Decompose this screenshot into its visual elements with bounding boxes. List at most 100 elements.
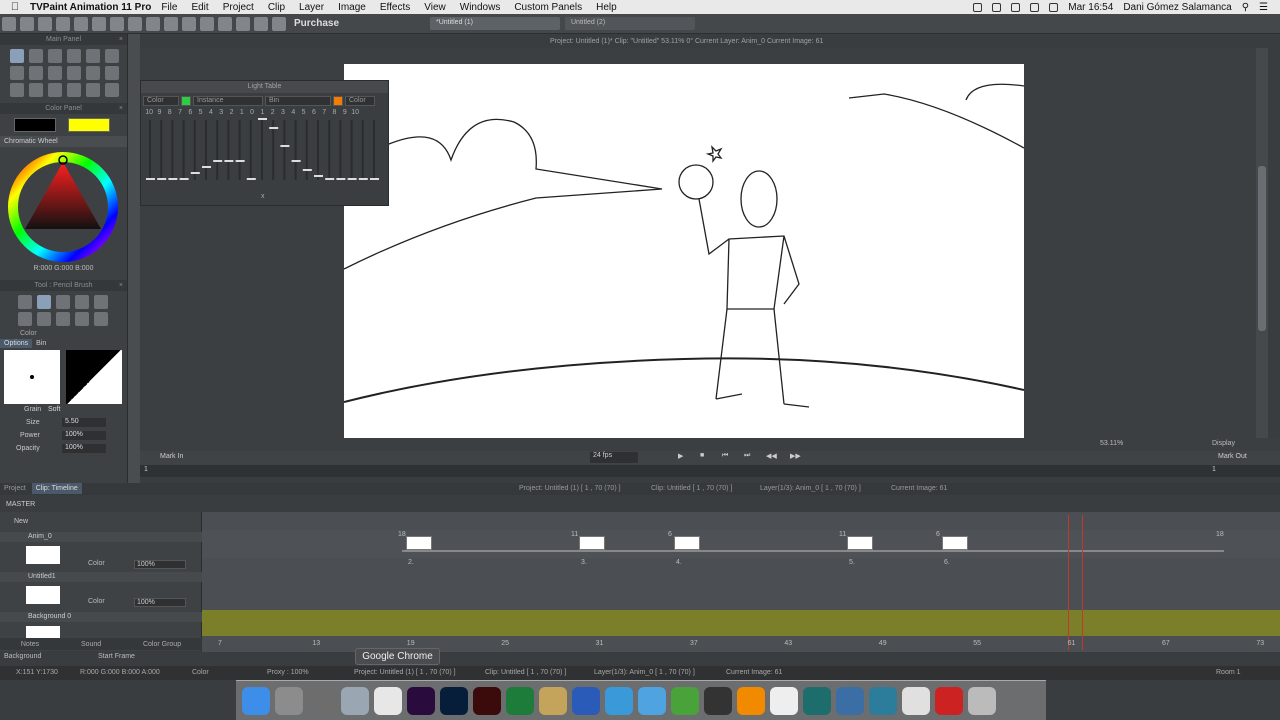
lt-slider-track[interactable] — [149, 120, 151, 180]
tab-project[interactable]: Project — [0, 483, 30, 494]
layer-name[interactable]: Background 0 — [0, 612, 202, 622]
lt-slider-knob[interactable] — [213, 160, 223, 162]
shape-tool-icon[interactable] — [86, 66, 100, 80]
save-icon[interactable] — [38, 16, 52, 31]
layer-name[interactable]: Anim_0 — [0, 532, 202, 542]
viewport-scrollbar[interactable] — [1256, 48, 1268, 450]
lt-slider-knob[interactable] — [168, 178, 178, 180]
purchase-button[interactable]: Purchase — [294, 18, 339, 29]
menu-windows[interactable]: Windows — [460, 2, 501, 13]
notes-button[interactable]: Notes — [21, 641, 39, 648]
anim-track[interactable]: 2. 3. 4. 5. 6. 18 11 6 11 6 18 — [202, 530, 1280, 566]
brush-tool-icon[interactable] — [48, 83, 62, 97]
camera-icon[interactable] — [236, 16, 250, 31]
search-icon[interactable]: ⚲ — [1242, 2, 1249, 13]
layer-opacity[interactable]: 100% — [134, 560, 186, 569]
utorrent-icon[interactable] — [671, 686, 699, 715]
lt-slider-track[interactable] — [283, 120, 286, 180]
menu-custom-panels[interactable]: Custom Panels — [514, 2, 582, 13]
menu-edit[interactable]: Edit — [191, 2, 208, 13]
timeline-cel[interactable] — [847, 536, 873, 550]
premiere-icon[interactable] — [407, 686, 435, 715]
timeline-cel[interactable] — [579, 536, 605, 550]
lt-slider-knob[interactable] — [291, 160, 301, 162]
timeline-cel[interactable] — [942, 536, 968, 550]
lt-slider-knob[interactable] — [235, 160, 245, 162]
background-track[interactable] — [202, 610, 1280, 636]
hand-icon[interactable] — [182, 16, 196, 31]
new-file-icon[interactable] — [2, 16, 16, 31]
pencil-icon[interactable] — [539, 686, 567, 715]
timeline-cel[interactable] — [674, 536, 700, 550]
layer-blend[interactable]: Color — [88, 598, 105, 605]
wifi-icon[interactable] — [1011, 2, 1021, 12]
frame-ruler[interactable]: 1 1 — [140, 465, 1280, 477]
smudge-tool-icon[interactable] — [67, 83, 81, 97]
master-row[interactable]: MASTER — [0, 498, 202, 512]
lt-slider-track[interactable] — [328, 120, 331, 180]
lt-slider-knob[interactable] — [347, 178, 357, 180]
lt-slider-track[interactable] — [350, 120, 353, 180]
transform-tool-icon[interactable] — [48, 66, 62, 80]
rect-tool-icon[interactable] — [48, 49, 62, 63]
lt-slider-knob[interactable] — [258, 118, 267, 120]
play-icon[interactable]: ▶ — [678, 452, 683, 460]
mirror-icon[interactable] — [218, 16, 232, 31]
lt-slider-knob[interactable] — [179, 178, 189, 180]
color-group-button[interactable]: Color Group — [143, 641, 181, 648]
timeline-cel[interactable] — [406, 536, 432, 550]
first-frame-icon[interactable]: ⏮ — [722, 452, 728, 460]
preview-icon[interactable] — [341, 686, 369, 715]
brush-pencil-icon[interactable] — [37, 295, 51, 309]
box-icon[interactable] — [704, 686, 732, 715]
lt-slider-knob[interactable] — [314, 175, 323, 177]
lt-slider-knob[interactable] — [280, 145, 290, 147]
menu-help[interactable]: Help — [596, 2, 617, 13]
rotate-tool-icon[interactable] — [29, 83, 43, 97]
layers-icon[interactable] — [128, 16, 142, 31]
layer-untitled1[interactable]: Untitled1 Color 100% — [0, 572, 202, 607]
layer-name[interactable]: Untitled1 — [0, 572, 202, 582]
brush-d-icon[interactable] — [75, 295, 89, 309]
lt-slider-track[interactable] — [249, 120, 252, 180]
lasso-tool-icon[interactable] — [29, 66, 43, 80]
lt-slider-track[interactable] — [216, 120, 219, 180]
tab-bin[interactable]: Bin — [32, 339, 50, 348]
brush-f-icon[interactable] — [18, 312, 32, 326]
light-table-sliders[interactable] — [141, 116, 388, 188]
itunes-icon[interactable] — [770, 686, 798, 715]
layer-opacity[interactable]: 100% — [134, 598, 186, 607]
color-wheel-icon[interactable] — [110, 16, 124, 31]
lt-slider-knob[interactable] — [146, 178, 155, 180]
menu-view[interactable]: View — [424, 2, 446, 13]
lt-slider-knob[interactable] — [202, 166, 211, 168]
stack-icon[interactable] — [935, 686, 963, 715]
tab-untitled-2[interactable]: Untitled (2) — [565, 17, 695, 30]
scroll-thumb[interactable] — [1258, 166, 1266, 331]
lt-bin[interactable]: Bin — [265, 96, 331, 106]
move-tool-icon[interactable] — [10, 83, 24, 97]
redo-icon[interactable] — [74, 16, 88, 31]
lt-color-left[interactable]: Color — [143, 96, 179, 106]
menubar-clock[interactable]: Mar 16:54 — [1068, 2, 1113, 13]
mark-in-button[interactable]: Mark In — [160, 453, 183, 460]
light-table-icon[interactable] — [146, 16, 160, 31]
lt-slider-knob[interactable] — [224, 160, 234, 162]
lt-slider-track[interactable] — [361, 120, 364, 180]
undo-icon[interactable] — [56, 16, 70, 31]
next-frame-icon[interactable]: ▶▶ — [790, 452, 801, 460]
chromatic-wheel[interactable] — [0, 147, 128, 269]
playhead[interactable] — [1068, 515, 1069, 650]
lt-slider-knob[interactable] — [370, 178, 379, 180]
warp-tool-icon[interactable] — [105, 66, 119, 80]
brush-e-icon[interactable] — [94, 295, 108, 309]
room-selector[interactable]: Room 1 — [1216, 669, 1241, 676]
close-icon[interactable]: × — [119, 34, 123, 45]
lt-slider-track[interactable] — [182, 120, 185, 180]
drawing-canvas[interactable] — [343, 64, 1025, 440]
grain-value[interactable]: Soft — [48, 406, 60, 413]
layer-blend[interactable]: Color — [88, 560, 105, 567]
size-field[interactable]: 5.50 — [62, 418, 106, 427]
pencil-tool-icon[interactable] — [10, 49, 24, 63]
battery-icon[interactable] — [1049, 2, 1059, 12]
